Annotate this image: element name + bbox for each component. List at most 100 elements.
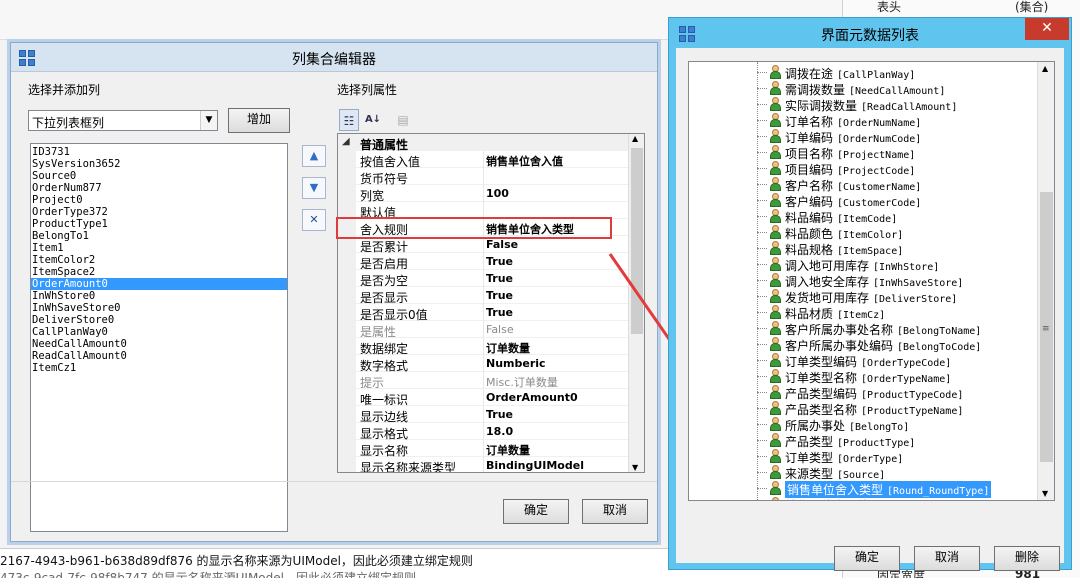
user-icon [769, 129, 782, 143]
user-icon [769, 145, 782, 159]
close-button[interactable]: ✕ [1025, 18, 1069, 40]
tree-connector [757, 440, 767, 441]
tree-connector [757, 376, 767, 377]
metadata-item-name: 调拨在途 [785, 67, 834, 81]
user-icon [769, 305, 782, 319]
metadata-item-name: 产品类型 [785, 435, 834, 449]
metadata-item-code: [Round_RoundType] [887, 486, 990, 497]
metadata-item-label: 订单编码 [OrderNumCode] [785, 129, 921, 146]
tree-scrollbar[interactable]: ▲ ≡ ▼ [1037, 62, 1054, 500]
delete-button[interactable]: 删除 [994, 546, 1060, 571]
user-icon-body [770, 199, 781, 207]
user-icon [769, 337, 782, 351]
metadata-item-label: 销售单位舍入值[Round_RoundValue] [785, 497, 981, 500]
user-icon-body [770, 87, 781, 95]
metadata-item-label: 料品颜色 [ItemColor] [785, 225, 903, 242]
metadata-item-code: [InWhStore] [873, 262, 940, 273]
tree-connector [757, 216, 767, 217]
user-icon [769, 225, 782, 239]
metadata-title: 界面元数据列表 [821, 28, 919, 44]
user-icon [769, 401, 782, 415]
tree-connector [757, 312, 767, 313]
user-icon-body [770, 151, 781, 159]
tree-connector [757, 488, 767, 489]
metadata-item-label: 实际调拨数量 [ReadCallAmount] [785, 97, 957, 114]
metadata-item-label: 订单类型名称 [OrderTypeName] [785, 369, 951, 386]
metadata-item-label: 所属办事处 [BelongTo] [785, 417, 909, 434]
user-icon-body [770, 359, 781, 367]
user-icon-body [770, 215, 781, 223]
metadata-item-label: 订单名称 [OrderNumName] [785, 113, 921, 130]
user-icon [769, 497, 782, 500]
metadata-item-label: 调入地可用库存 [InWhStore] [785, 257, 939, 274]
metadata-item-name: 订单类型 [785, 451, 834, 465]
metadata-item-name: 订单名称 [785, 115, 834, 129]
metadata-item-label: 客户所属办事处名称 [BelongToName] [785, 321, 981, 338]
metadata-item-name: 订单类型名称 [785, 371, 858, 385]
user-icon-body [770, 471, 781, 479]
user-icon [769, 81, 782, 95]
metadata-item-code: [InWhSaveStore] [873, 278, 964, 289]
user-icon [769, 113, 782, 127]
metadata-item-code: [OrderType] [837, 454, 904, 465]
metadata-item-label: 产品类型 [ProductType] [785, 433, 915, 450]
user-icon [769, 177, 782, 191]
close-icon: ✕ [1041, 20, 1053, 36]
metadata-item-name: 产品类型编码 [785, 387, 858, 401]
metadata-item-code: [BelongToCode] [897, 342, 982, 353]
metadata-item-name: 客户名称 [785, 179, 834, 193]
tree-connector [757, 424, 767, 425]
metadata-item-name: 料品编码 [785, 211, 834, 225]
metadata-item-code: [CustomerCode] [837, 198, 922, 209]
metadata-item-code: [ProductType] [837, 438, 916, 449]
user-icon-body [770, 263, 781, 271]
metadata-item-name: 发货地可用库存 [785, 291, 870, 305]
tree-connector [757, 456, 767, 457]
metadata-item-code: [OrderNumName] [837, 118, 922, 129]
metadata-item-name: 项目名称 [785, 147, 834, 161]
metadata-item-label: 订单类型编码 [OrderTypeCode] [785, 353, 951, 370]
tree-connector [757, 200, 767, 201]
tree-connector [757, 472, 767, 473]
user-icon-body [770, 487, 781, 495]
metadata-item-name: 订单类型编码 [785, 355, 858, 369]
user-icon-body [770, 119, 781, 127]
metadata-dialog: 界面元数据列表 ✕ 调拨在途 [CallPlanWay] 需调拨数量 [NeedCal… [668, 17, 1072, 571]
user-icon [769, 369, 782, 383]
metadata-tree[interactable]: 调拨在途 [CallPlanWay] 需调拨数量 [NeedCallAmount] 实际… [688, 61, 1055, 501]
metadata-item-code: [OrderNumCode] [837, 134, 922, 145]
user-icon-body [770, 407, 781, 415]
scroll-down-icon[interactable]: ▼ [1042, 489, 1048, 498]
metadata-item-name: 调入地安全库存 [785, 275, 870, 289]
metadata-titlebar: 界面元数据列表 ✕ [669, 18, 1071, 48]
metadata-item-name: 调入地可用库存 [785, 259, 870, 273]
metadata-item-label: 料品规格 [ItemSpace] [785, 241, 903, 258]
user-icon [769, 273, 782, 287]
tree-connector [757, 280, 767, 281]
metadata-item-name: 销售单位舍入值 [785, 499, 869, 500]
tree-connector [757, 168, 767, 169]
user-icon-body [770, 247, 781, 255]
metadata-item-code: [CustomerName] [837, 182, 922, 193]
ok-button[interactable]: 确定 [834, 546, 900, 571]
user-icon [769, 65, 782, 79]
metadata-item-code: [BelongTo] [849, 422, 910, 433]
user-icon [769, 481, 782, 495]
user-icon-body [770, 375, 781, 383]
user-icon-body [770, 231, 781, 239]
metadata-item-code: [OrderTypeCode] [861, 358, 952, 369]
tree-line [757, 62, 758, 500]
user-icon [769, 193, 782, 207]
user-icon-body [770, 183, 781, 191]
cancel-button[interactable]: 取消 [914, 546, 980, 571]
tree-connector [757, 184, 767, 185]
metadata-item-code: [ItemCz] [837, 310, 886, 321]
metadata-item-code: [DeliverStore] [873, 294, 958, 305]
user-icon-body [770, 71, 781, 79]
metadata-item-label: 项目编码 [ProjectCode] [785, 161, 915, 178]
metadata-item-label: 客户名称 [CustomerName] [785, 177, 921, 194]
user-icon [769, 209, 782, 223]
scroll-up-icon[interactable]: ▲ [1042, 64, 1048, 73]
metadata-item-label: 客户所属办事处编码 [BelongToCode] [785, 337, 981, 354]
tree-connector [757, 408, 767, 409]
